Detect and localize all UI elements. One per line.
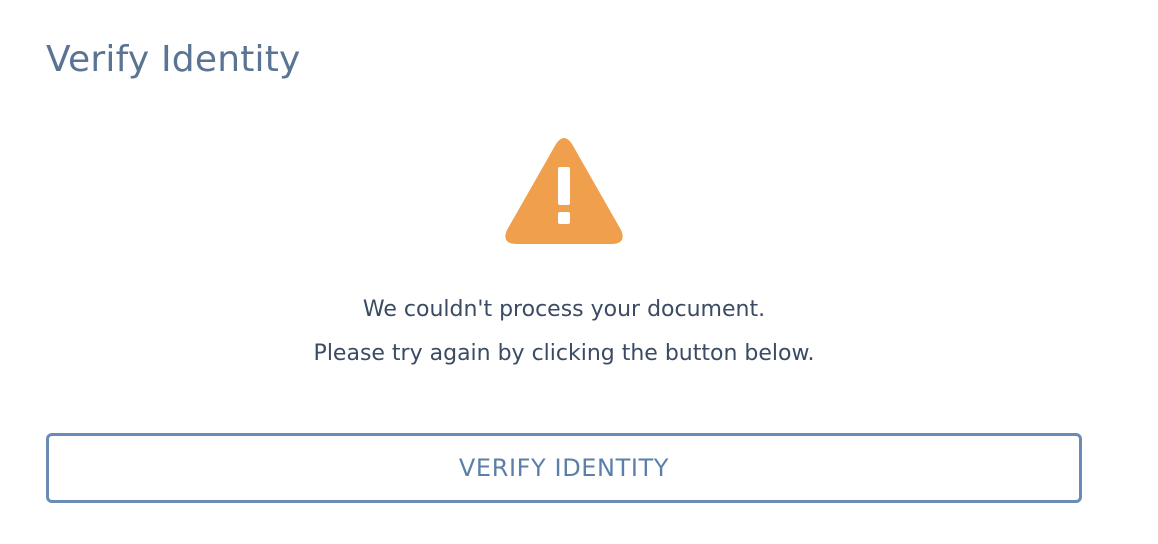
error-message-line-2: Please try again by clicking the button …	[313, 341, 815, 366]
error-message-line-1: We couldn't process your document.	[362, 297, 766, 322]
verify-identity-button[interactable]: VERIFY IDENTITY	[46, 433, 1082, 503]
page-title: Verify Identity	[46, 39, 301, 80]
warning-icon	[505, 138, 623, 244]
error-message: We couldn't process your document. Pleas…	[0, 288, 1128, 376]
